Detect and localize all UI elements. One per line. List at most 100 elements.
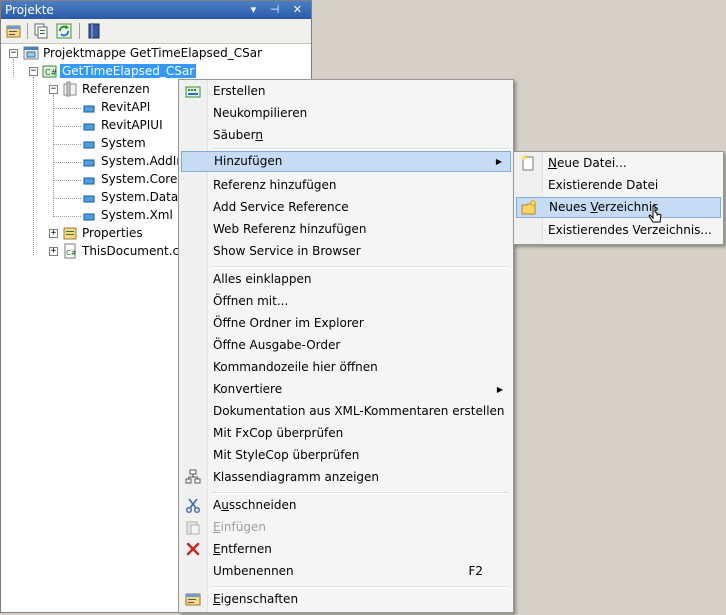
menu-item-stylecop[interactable]: Mit StyleCop überprüfen [181, 445, 511, 466]
tree-node-properties[interactable]: Properties [80, 224, 145, 242]
assembly-reference-icon [83, 159, 95, 167]
document-label: ThisDocument.cs [82, 244, 186, 258]
panel-title: Projekte [5, 3, 54, 17]
reference-label: System.Core [101, 172, 178, 186]
menu-item-label: Neue Datei... [548, 156, 627, 170]
assembly-reference-icon [83, 141, 95, 149]
submenu-item-existierendes-verzeichnis[interactable]: Existierendes Verzeichnis... [516, 220, 721, 241]
menu-item-kommandozeile[interactable]: Kommandozeile hier öffnen [181, 357, 511, 378]
menu-item-label: Neukompilieren [213, 106, 308, 120]
menu-item-label: Existierendes Verzeichnis... [548, 223, 712, 237]
menu-item-label: Öffne Ausgabe-Order [213, 338, 341, 352]
reference-label: RevitAPIUI [101, 118, 163, 132]
menu-separator [211, 586, 509, 588]
expand-toggle[interactable]: + [49, 229, 58, 238]
submenu-item-existierende-datei[interactable]: Existierende Datei [516, 175, 721, 196]
menu-item-neukompilieren[interactable]: Neukompilieren [181, 103, 511, 124]
tree-node-reference[interactable]: System.AddIn [99, 152, 186, 170]
menu-item-label: Neues Verzeichnis [549, 200, 659, 214]
mouse-cursor-icon [648, 205, 662, 223]
panel-controls[interactable]: ▾ ⊣ ✕ [251, 1, 307, 19]
tree-node-reference[interactable]: System [99, 134, 148, 152]
tree-node-reference[interactable]: RevitAPIUI [99, 116, 165, 134]
menu-item-label: Klassendiagramm anzeigen [213, 470, 380, 484]
menu-item-label: Konvertiere [213, 382, 283, 396]
menu-item-label: Öffne Ordner im Explorer [213, 316, 364, 330]
show-all-files-icon[interactable] [32, 22, 50, 40]
menu-item-label: Show Service in Browser [213, 244, 361, 258]
submenu-item-neues-verzeichnis[interactable]: Neues Verzeichnis [516, 197, 721, 218]
tree-node-reference[interactable]: RevitAPI [99, 98, 152, 116]
class-diagram-icon [185, 469, 201, 484]
menu-item-erstellen[interactable]: Erstellen [181, 81, 511, 102]
collapse-toggle[interactable]: − [29, 67, 38, 76]
tree-node-document[interactable]: ThisDocument.cs [80, 242, 187, 260]
menu-item-klassendiagramm[interactable]: Klassendiagramm anzeigen [181, 467, 511, 488]
tree-line [53, 162, 81, 163]
menu-item-show-service[interactable]: Show Service in Browser [181, 241, 511, 262]
menu-item-label: Ausschneiden [213, 498, 297, 512]
solution-icon [23, 46, 39, 60]
menu-item-konvertiere[interactable]: Konvertiere ▶ [181, 379, 511, 400]
menu-item-label: Eigenschaften [213, 592, 299, 606]
menu-item-ausschneiden[interactable]: Ausschneiden [181, 495, 511, 516]
paste-icon [186, 521, 200, 535]
tree-line [53, 180, 81, 181]
submenu-item-neue-datei[interactable]: Neue Datei... [516, 153, 721, 174]
menu-item-ausgabe-order[interactable]: Öffne Ausgabe-Order [181, 335, 511, 356]
collapse-toggle[interactable]: − [9, 49, 18, 58]
menu-item-label: Referenz hinzufügen [213, 178, 337, 192]
panel-toolbar [1, 19, 311, 44]
properties-icon [185, 593, 201, 606]
menu-item-label: Öffnen mit... [213, 294, 289, 308]
new-folder-icon [521, 200, 536, 215]
properties-icon[interactable] [5, 22, 23, 40]
menu-item-umbenennen[interactable]: Umbenennen F2 [181, 561, 511, 582]
menu-separator [211, 266, 509, 268]
collapse-toggle[interactable]: − [49, 85, 58, 94]
reference-label: System.AddIn [101, 154, 184, 168]
build-icon [185, 86, 201, 98]
tree-node-reference[interactable]: System.Xml [99, 206, 175, 224]
svg-text:C#: C# [45, 68, 58, 77]
menu-item-entfernen[interactable]: Entfernen [181, 539, 511, 560]
expand-toggle[interactable]: + [49, 247, 58, 256]
tree-node-solution[interactable]: Projektmappe GetTimeElapsed_CSar [41, 44, 264, 62]
menu-item-add-service-reference[interactable]: Add Service Reference [181, 197, 511, 218]
submenu-arrow-icon: ▶ [495, 157, 502, 166]
menu-item-web-referenz[interactable]: Web Referenz hinzufügen [181, 219, 511, 240]
menu-item-ordner-explorer[interactable]: Öffne Ordner im Explorer [181, 313, 511, 334]
menu-item-referenz-hinzufuegen[interactable]: Referenz hinzufügen [181, 175, 511, 196]
menu-item-label: Existierende Datei [548, 178, 659, 192]
menu-item-label: Säubern [213, 128, 263, 142]
references-folder-icon [63, 81, 77, 97]
project-label: GetTimeElapsed_CSar [58, 63, 198, 79]
toolbar-separator [79, 23, 80, 39]
context-menu: Erstellen Neukompilieren Säubern Hinzufü… [178, 79, 514, 613]
menu-item-oeffnen-mit[interactable]: Öffnen mit... [181, 291, 511, 312]
menu-item-dokumentation[interactable]: Dokumentation aus XML-Kommentaren erstel… [181, 401, 511, 422]
view-code-icon[interactable] [85, 22, 103, 40]
reference-label: System.Xml [101, 208, 173, 222]
tree-line [53, 108, 81, 109]
tree-node-project[interactable]: GetTimeElapsed_CSar [58, 62, 198, 80]
menu-item-hinzufuegen[interactable]: Hinzufügen ▶ [181, 151, 511, 172]
menu-item-einfuegen[interactable]: Einfügen [181, 517, 511, 538]
menu-item-fxcop[interactable]: Mit FxCop überprüfen [181, 423, 511, 444]
menu-item-label: Hinzufügen [214, 154, 283, 168]
tree-node-references[interactable]: Referenzen [80, 80, 152, 98]
refresh-icon[interactable] [55, 22, 73, 40]
tree-line [53, 198, 81, 199]
csharp-project-icon: C# [42, 65, 58, 78]
menu-item-alles-einklappen[interactable]: Alles einklappen [181, 269, 511, 290]
assembly-reference-icon [83, 213, 95, 221]
add-submenu: Neue Datei... Existierende Datei Neues V… [513, 151, 724, 245]
tree-node-reference[interactable]: System.Core [99, 170, 179, 188]
assembly-reference-icon [83, 123, 95, 131]
tree-line [53, 126, 81, 127]
menu-item-eigenschaften[interactable]: Eigenschaften [181, 589, 511, 610]
menu-item-label: Alles einklappen [213, 272, 312, 286]
svg-text:C#: C# [66, 249, 77, 257]
tree-node-reference[interactable]: System.Data [99, 188, 180, 206]
menu-item-saeubern[interactable]: Säubern [181, 125, 511, 146]
